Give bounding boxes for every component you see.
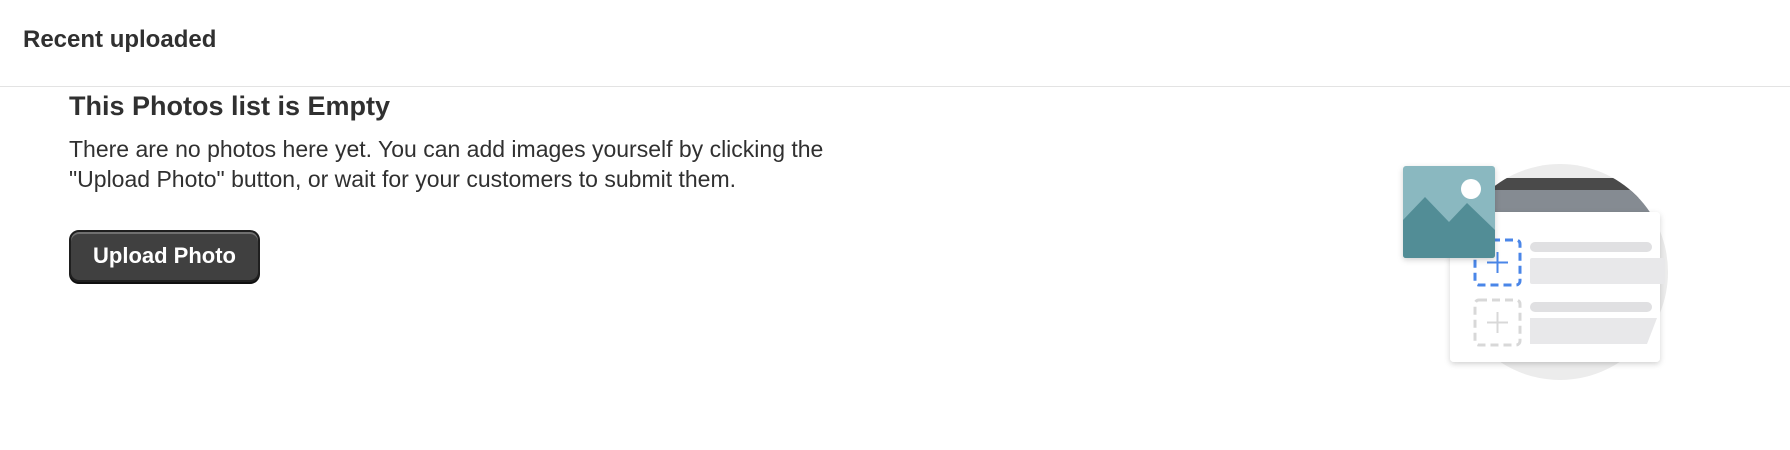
empty-state-heading: This Photos list is Empty — [69, 91, 391, 121]
card-header: Recent uploaded — [0, 0, 1790, 87]
empty-state-description: There are no photos here yet. You can ad… — [69, 136, 824, 192]
card-title: Recent uploaded — [23, 26, 217, 53]
photo-upload-illustration-icon — [1403, 164, 1668, 380]
empty-state-text: This Photos list is Empty There are no p… — [69, 88, 869, 194]
upload-photo-button[interactable]: Upload Photo — [69, 230, 260, 282]
